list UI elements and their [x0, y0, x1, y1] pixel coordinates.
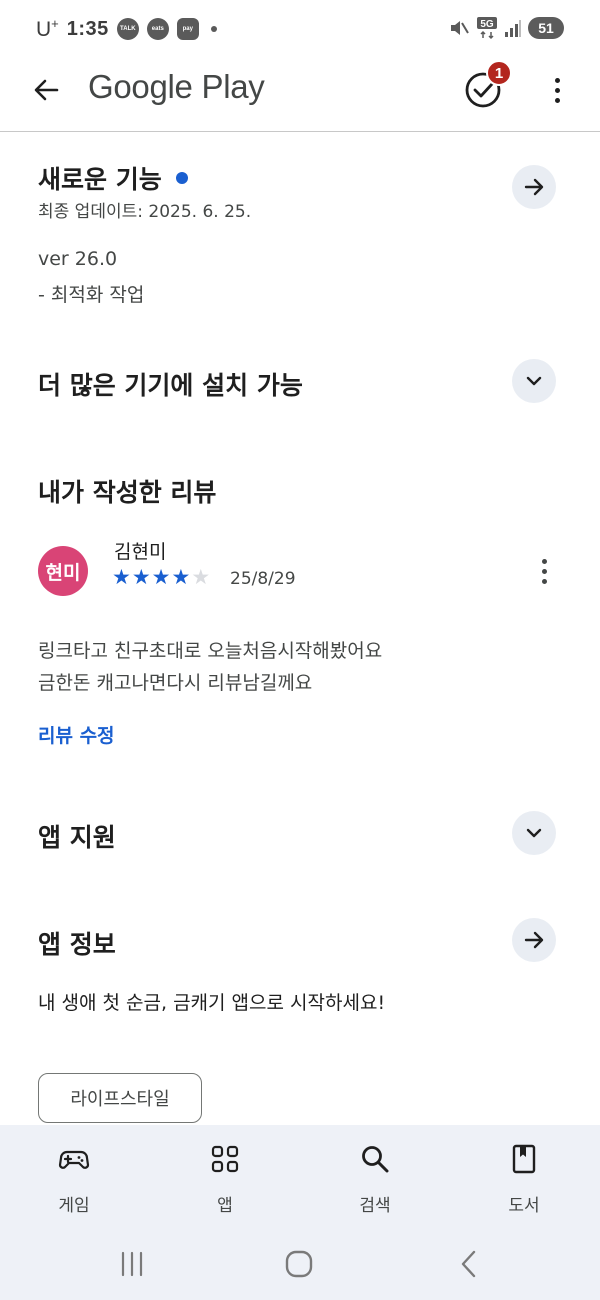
network-5g-icon: 5G	[477, 17, 497, 40]
back-nav-icon[interactable]	[456, 1249, 482, 1279]
version-text: ver 26.0	[38, 248, 118, 270]
search-icon	[362, 1146, 389, 1173]
star-filled-icon: ★	[131, 565, 151, 589]
chevron-down-icon	[526, 376, 542, 386]
clock: 1:35	[66, 17, 109, 40]
bottom-navigation: 게임 앱 검색 도서	[0, 1125, 600, 1235]
nav-item-books[interactable]: 도서	[474, 1125, 574, 1235]
review-text-line-2: 금한돈 캐고나면다시 리뷰남길께요	[38, 672, 313, 694]
reviewer-name: 김현미	[114, 541, 167, 563]
coupang-eats-notification-icon: eats	[146, 18, 169, 40]
pay-notification-icon: pay	[176, 18, 199, 40]
overflow-menu-button[interactable]	[540, 70, 574, 110]
review-date: 25/8/29	[230, 569, 296, 589]
app-support-title: 앱 지원	[38, 823, 116, 852]
whats-new-title: 새로운 기능	[38, 160, 188, 196]
apps-grid-icon	[211, 1145, 239, 1173]
chevron-down-icon	[526, 828, 542, 838]
gamepad-icon	[58, 1150, 90, 1169]
star-rating: ★ ★ ★ ★ ★	[112, 565, 210, 589]
battery-indicator: 51	[528, 17, 564, 39]
dot-icon	[554, 87, 560, 93]
last-updated-text: 최종 업데이트: 2025. 6. 25.	[38, 202, 252, 222]
whats-new-arrow-button[interactable]	[512, 165, 556, 209]
new-indicator-dot	[175, 172, 188, 184]
star-filled-icon: ★	[171, 565, 191, 589]
avatar: 현미	[38, 546, 88, 596]
app-support-expand-button[interactable]	[512, 811, 556, 855]
status-bar: U+ 1:35 TALK eats pay 5G 51	[0, 0, 600, 58]
app-description: 내 생애 첫 순금, 금캐기 앱으로 시작하세요!	[38, 992, 386, 1014]
app-info-arrow-button[interactable]	[512, 918, 556, 962]
more-devices-expand-button[interactable]	[512, 359, 556, 403]
review-menu-button[interactable]	[536, 554, 552, 588]
kakaotalk-notification-icon: TALK	[116, 18, 139, 40]
dot-icon	[554, 77, 560, 83]
svg-text:5G: 5G	[480, 19, 494, 30]
arrow-forward-icon	[524, 178, 544, 196]
star-filled-icon: ★	[151, 565, 171, 589]
edit-review-link[interactable]: 리뷰 수정	[38, 721, 115, 748]
nav-label-games: 게임	[58, 1196, 90, 1216]
dot-icon	[554, 97, 560, 103]
system-navigation-bar	[0, 1235, 600, 1300]
my-review-title: 내가 작성한 리뷰	[38, 478, 217, 507]
star-empty-icon: ★	[191, 565, 211, 589]
mute-icon	[451, 21, 469, 35]
more-notifications-dot	[210, 26, 217, 32]
book-icon	[512, 1144, 536, 1174]
dot-icon	[541, 568, 547, 574]
star-filled-icon: ★	[112, 565, 131, 589]
arrow-forward-icon	[524, 931, 544, 949]
nav-item-search[interactable]: 검색	[325, 1125, 425, 1235]
nav-label-apps: 앱	[217, 1196, 233, 1216]
arrow-back-icon	[34, 79, 59, 101]
carrier-label: U+	[36, 16, 59, 41]
notification-badge: 1	[486, 60, 512, 86]
dot-icon	[541, 558, 547, 564]
recent-apps-icon[interactable]	[118, 1250, 146, 1278]
review-text-line-1: 링크타고 친구초대로 오늘처음시작해봤어요	[38, 640, 383, 662]
category-chip[interactable]: 라이프스타일	[38, 1073, 202, 1123]
more-devices-title: 더 많은 기기에 설치 가능	[38, 371, 303, 400]
release-note-text: - 최적화 작업	[38, 284, 145, 306]
nav-label-books: 도서	[508, 1196, 540, 1216]
app-info-title: 앱 정보	[38, 930, 116, 959]
home-icon[interactable]	[284, 1249, 314, 1279]
nav-item-games[interactable]: 게임	[24, 1125, 124, 1235]
signal-icon	[505, 20, 521, 37]
dot-icon	[541, 578, 547, 584]
nav-item-apps[interactable]: 앱	[175, 1125, 275, 1235]
nav-label-search: 검색	[359, 1196, 391, 1216]
back-button[interactable]	[26, 70, 66, 110]
app-title: Google Play	[88, 68, 265, 105]
